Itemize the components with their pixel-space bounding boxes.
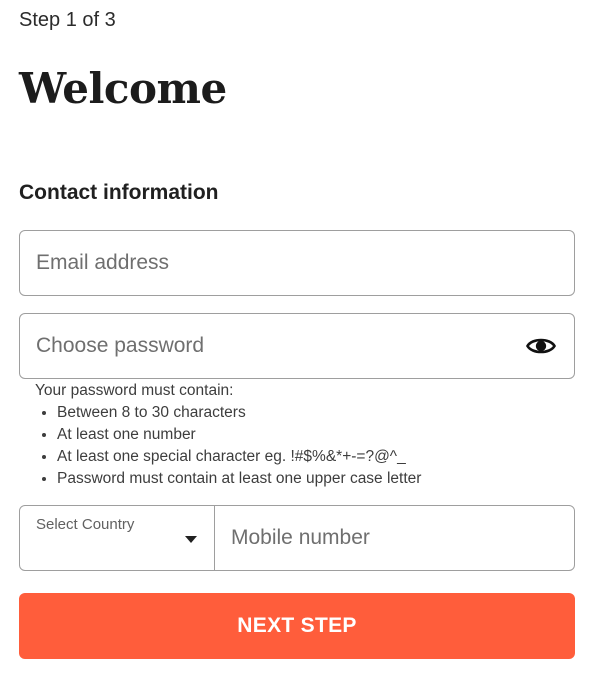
email-field-container bbox=[19, 230, 575, 296]
password-rule: At least one number bbox=[57, 424, 421, 446]
eye-icon[interactable] bbox=[526, 334, 556, 358]
mobile-field-wrapper bbox=[215, 506, 574, 570]
country-select[interactable]: Select Country bbox=[20, 506, 215, 570]
page-title: Welcome bbox=[19, 64, 227, 113]
password-rule: At least one special character eg. !#$%&… bbox=[57, 446, 421, 468]
country-select-label: Select Country bbox=[36, 516, 135, 533]
password-requirements-intro: Your password must contain: bbox=[35, 382, 234, 399]
password-requirements: Your password must contain: Between 8 to… bbox=[35, 380, 421, 490]
password-field-container bbox=[19, 313, 575, 379]
password-rule: Between 8 to 30 characters bbox=[57, 402, 421, 424]
next-step-button[interactable]: NEXT STEP bbox=[19, 593, 575, 659]
email-field[interactable] bbox=[36, 231, 516, 295]
step-indicator: Step 1 of 3 bbox=[19, 9, 116, 31]
phone-field-container: Select Country bbox=[19, 505, 575, 571]
password-field[interactable] bbox=[36, 314, 516, 378]
contact-section-label: Contact information bbox=[19, 181, 219, 204]
password-requirements-list: Between 8 to 30 characters At least one … bbox=[35, 402, 421, 490]
password-rule: Password must contain at least one upper… bbox=[57, 468, 421, 490]
chevron-down-icon bbox=[185, 536, 197, 543]
mobile-number-field[interactable] bbox=[231, 506, 551, 570]
